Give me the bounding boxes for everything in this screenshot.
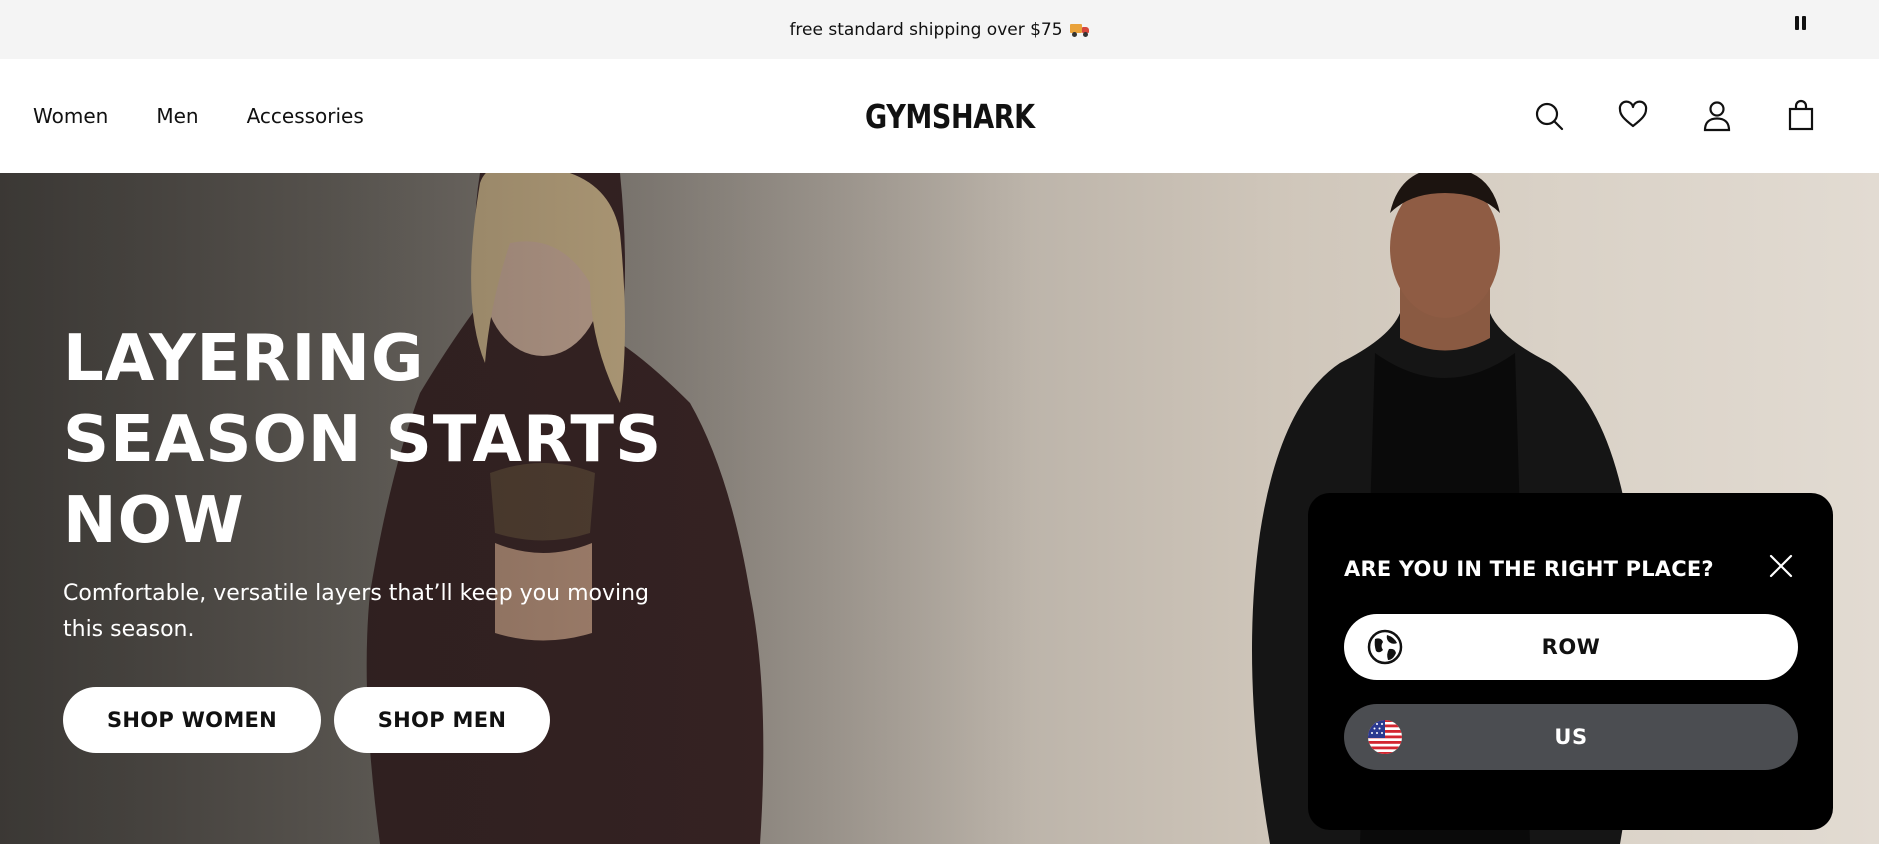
hero-cta-group: SHOP WOMEN SHOP MEN — [63, 687, 550, 753]
region-us-label: US — [1554, 725, 1588, 749]
region-selector-popup: ARE YOU IN THE RIGHT PLACE? ROW US — [1308, 493, 1833, 830]
region-row-button[interactable]: ROW — [1344, 614, 1798, 680]
hero-subtitle: Comfortable, versatile layers that’ll ke… — [63, 581, 649, 642]
truck-icon — [1069, 23, 1090, 37]
region-row-label: ROW — [1541, 635, 1601, 659]
announcement-bar: free standard shipping over $75 — [0, 0, 1879, 59]
nav-accessories[interactable]: Accessories — [247, 104, 364, 128]
headline-line-3: NOW — [63, 484, 245, 558]
search-icon[interactable] — [1532, 99, 1566, 133]
shop-women-button[interactable]: SHOP WOMEN — [63, 687, 321, 753]
close-icon[interactable] — [1768, 553, 1794, 579]
hero-copy: LAYERING SEASON STARTS NOW Comfortable, … — [63, 319, 763, 648]
us-flag-icon — [1368, 720, 1402, 754]
headline-line-1: LAYERING — [63, 322, 425, 396]
region-us-button[interactable]: US — [1344, 704, 1798, 770]
shop-men-button[interactable]: SHOP MEN — [334, 687, 550, 753]
popup-title: ARE YOU IN THE RIGHT PLACE? — [1344, 557, 1714, 581]
announcement-text: free standard shipping over $75 — [789, 19, 1063, 40]
bag-icon[interactable] — [1784, 99, 1818, 133]
user-icon[interactable] — [1700, 99, 1734, 133]
globe-icon — [1367, 629, 1403, 665]
site-header: Women Men Accessories GYMSHARK — [0, 59, 1879, 173]
pause-icon[interactable] — [1791, 14, 1809, 32]
main-nav: Women Men Accessories — [33, 59, 412, 173]
headline-line-2: SEASON STARTS — [63, 403, 663, 477]
heart-icon[interactable] — [1616, 98, 1650, 132]
hero-headline: LAYERING SEASON STARTS NOW — [63, 319, 763, 562]
announcement: free standard shipping over $75 — [789, 20, 1089, 40]
nav-women[interactable]: Women — [33, 104, 108, 128]
header-icons — [1479, 59, 1879, 173]
gymshark-logo[interactable]: GYMSHARK — [865, 97, 1035, 137]
nav-men[interactable]: Men — [156, 104, 198, 128]
